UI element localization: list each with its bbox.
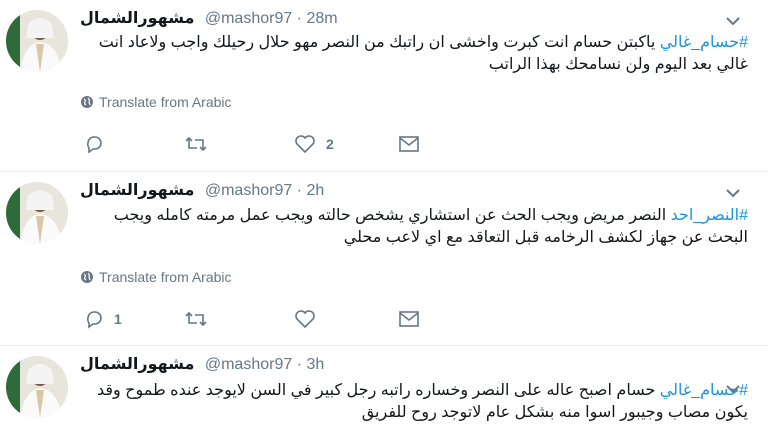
tweet-feed: مشهورالشمال @mashor97 · 28m #حسام_غالي ي… <box>0 0 768 444</box>
tweet-timestamp[interactable]: 3h <box>306 356 324 373</box>
retweet-icon <box>184 134 208 154</box>
like-button[interactable]: 2 <box>294 133 334 155</box>
tweet-text: #حسام_غالي ياكبتن حسام انت كبرت واخشى ان… <box>80 32 748 76</box>
hashtag-link[interactable]: #حسام_غالي <box>660 382 748 399</box>
hashtag-link[interactable]: #النصر_احد <box>671 207 748 224</box>
like-button[interactable] <box>294 308 326 330</box>
like-count: 2 <box>326 136 334 152</box>
reply-count: 1 <box>114 311 122 327</box>
tweet-text-content: حسام اصبح عاله على النصر وخساره راتبه رج… <box>96 382 748 421</box>
tweet-header: مشهورالشمال @mashor97 · 28m <box>80 8 338 30</box>
globe-icon <box>80 95 94 109</box>
tweet-header: مشهورالشمال @mashor97 · 2h <box>80 180 324 202</box>
avatar[interactable] <box>6 182 68 244</box>
like-icon <box>294 309 316 329</box>
globe-icon <box>80 270 94 284</box>
user-handle[interactable]: @mashor97 <box>205 182 292 199</box>
reply-icon <box>84 309 104 329</box>
header-separator: · <box>292 356 307 373</box>
tweet-actions: 2 <box>80 133 440 157</box>
user-name[interactable]: مشهورالشمال <box>80 182 194 199</box>
tweet[interactable]: مشهورالشمال @mashor97 · 3h #حسام_غالي حس… <box>0 346 768 444</box>
reply-icon <box>84 134 104 154</box>
user-handle[interactable]: @mashor97 <box>205 356 292 373</box>
message-icon <box>398 135 420 153</box>
translate-link[interactable]: Translate from Arabic <box>80 269 232 285</box>
retweet-button[interactable] <box>184 133 208 155</box>
header-separator: · <box>292 182 307 199</box>
translate-link[interactable]: Translate from Arabic <box>80 94 232 110</box>
translate-label: Translate from Arabic <box>99 269 232 285</box>
direct-message-button[interactable] <box>398 133 420 155</box>
tweet-timestamp[interactable]: 28m <box>306 10 337 27</box>
like-icon <box>294 134 316 154</box>
user-name[interactable]: مشهورالشمال <box>80 356 194 373</box>
hashtag-link[interactable]: #حسام_غالي <box>660 34 748 51</box>
message-icon <box>398 310 420 328</box>
tweet-text: #حسام_غالي حسام اصبح عاله على النصر وخسا… <box>80 380 748 424</box>
avatar[interactable] <box>6 10 68 72</box>
tweet-actions: 1 <box>80 308 440 332</box>
tweet-text-content: ياكبتن حسام انت كبرت واخشى ان راتبك من ا… <box>98 34 748 73</box>
direct-message-button[interactable] <box>398 308 420 330</box>
user-name[interactable]: مشهورالشمال <box>80 10 194 27</box>
tweet-text: #النصر_احد النصر مريض ويجب الحث عن استشا… <box>80 205 748 249</box>
retweet-icon <box>184 309 208 329</box>
avatar[interactable] <box>6 356 68 418</box>
user-handle[interactable]: @mashor97 <box>205 10 292 27</box>
tweet-header: مشهورالشمال @mashor97 · 3h <box>80 354 324 376</box>
tweet-timestamp[interactable]: 2h <box>306 182 324 199</box>
header-separator: · <box>292 10 307 27</box>
translate-label: Translate from Arabic <box>99 94 232 110</box>
reply-button[interactable] <box>84 133 114 155</box>
chevron-down-icon[interactable] <box>724 14 742 28</box>
tweet[interactable]: مشهورالشمال @mashor97 · 28m #حسام_غالي ي… <box>0 0 768 172</box>
reply-button[interactable]: 1 <box>84 308 122 330</box>
retweet-button[interactable] <box>184 308 208 330</box>
chevron-down-icon[interactable] <box>724 186 742 200</box>
tweet[interactable]: مشهورالشمال @mashor97 · 2h #النصر_احد ال… <box>0 172 768 346</box>
tweet-text-content: النصر مريض ويجب الحث عن استشاري يشخص حال… <box>113 207 748 246</box>
